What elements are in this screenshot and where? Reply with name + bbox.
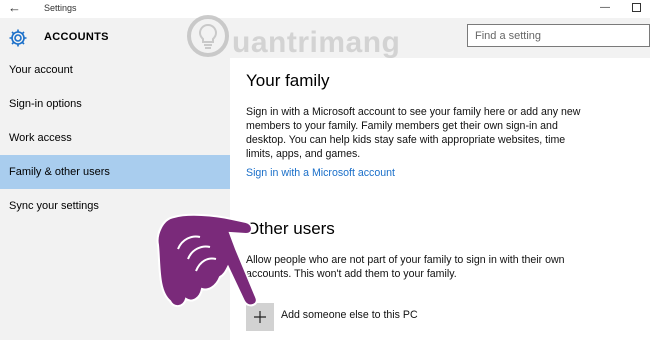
section-title: ACCOUNTS (44, 31, 109, 43)
other-users-description: Allow people who are not part of your fa… (246, 254, 565, 280)
maximize-icon[interactable] (632, 3, 641, 12)
gear-icon (9, 29, 27, 47)
sidebar-item-your-account[interactable]: Your account (0, 53, 230, 87)
sidebar-item-sign-in-options[interactable]: Sign-in options (0, 87, 230, 121)
search-input[interactable] (468, 25, 649, 46)
search-box[interactable] (467, 24, 650, 47)
minimize-icon[interactable]: — (600, 2, 610, 13)
family-heading: Your family (246, 71, 330, 90)
watermark-logo-icon (187, 15, 229, 57)
pointing-hand-icon (156, 213, 258, 307)
window-title: Settings (44, 3, 77, 13)
microsoft-account-link[interactable]: Sign in with a Microsoft account (246, 167, 395, 179)
watermark-text: uantrimang (232, 26, 401, 59)
family-description: Sign in with a Microsoft account to see … (246, 106, 581, 160)
sidebar-item-family-other-users[interactable]: Family & other users (0, 155, 230, 189)
add-user-label[interactable]: Add someone else to this PC (281, 309, 418, 321)
main-content: Your family Sign in with a Microsoft acc… (230, 58, 650, 340)
back-arrow-icon[interactable]: ← (8, 1, 21, 15)
title-bar: ← Settings — (0, 0, 650, 18)
sidebar-item-work-access[interactable]: Work access (0, 121, 230, 155)
